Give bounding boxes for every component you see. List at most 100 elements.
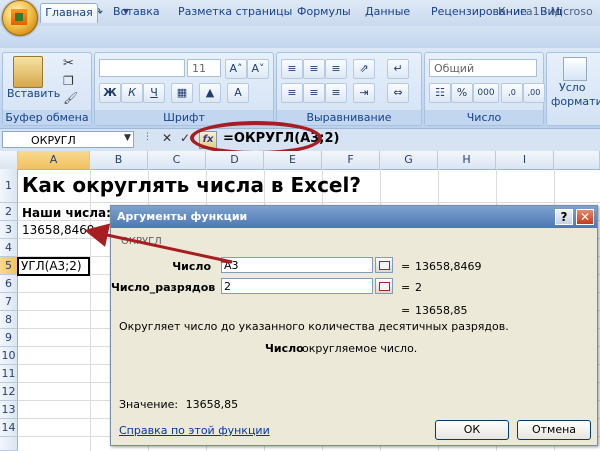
increase-decimal-icon[interactable]: ,0 bbox=[501, 83, 523, 103]
row-header[interactable]: 12 bbox=[0, 383, 18, 401]
arg-result-digits: 2 bbox=[415, 281, 422, 294]
ok-button[interactable]: ОК bbox=[435, 420, 509, 440]
row-header[interactable]: 8 bbox=[0, 311, 18, 329]
collapse-dialog-icon[interactable] bbox=[375, 257, 393, 273]
conditional-format-label[interactable]: Усло bbox=[559, 81, 586, 94]
format-painter-icon[interactable]: 🖌 bbox=[63, 91, 78, 105]
collapse-dialog-icon[interactable] bbox=[375, 278, 393, 294]
row-header[interactable]: 7 bbox=[0, 293, 18, 311]
close-icon[interactable]: ✕ bbox=[576, 209, 594, 225]
function-arguments-dialog: Аргументы функции ? ✕ ОКРУГЛ Число A3 = … bbox=[110, 205, 598, 446]
column-header[interactable]: G bbox=[380, 151, 438, 169]
font-name-combo[interactable] bbox=[99, 59, 185, 77]
row-header[interactable]: 11 bbox=[0, 365, 18, 383]
formula-bar-grip-icon: ⋮ bbox=[143, 132, 152, 142]
office-button[interactable] bbox=[2, 0, 38, 36]
tab-data[interactable]: Данные bbox=[365, 3, 410, 22]
align-left-icon[interactable]: ≡ bbox=[281, 83, 303, 103]
conditional-format-icon[interactable] bbox=[563, 57, 587, 81]
align-bottom-icon[interactable]: ≡ bbox=[325, 59, 347, 79]
cancel-button[interactable]: Отмена bbox=[517, 420, 591, 440]
row-header[interactable]: 4 bbox=[0, 239, 18, 257]
column-header[interactable]: C bbox=[148, 151, 206, 169]
fill-color-icon[interactable]: ▲ bbox=[199, 83, 221, 103]
row-header[interactable]: 3 bbox=[0, 221, 18, 239]
paste-button[interactable]: Вставить bbox=[7, 87, 60, 100]
indent-icon[interactable]: ⇥ bbox=[353, 83, 375, 103]
clipboard-group-label: Буфер обмена bbox=[3, 110, 91, 125]
result-value-label: Значение: bbox=[119, 398, 179, 411]
align-right-icon[interactable]: ≡ bbox=[325, 83, 347, 103]
arg-result-equals: = bbox=[401, 281, 411, 294]
tab-insert[interactable]: Вставка bbox=[113, 3, 160, 22]
help-icon[interactable]: ? bbox=[555, 209, 573, 225]
borders-icon[interactable]: ▦ bbox=[171, 83, 193, 103]
cell-a1[interactable]: Как округлять числа в Excel? bbox=[22, 173, 361, 197]
tab-home[interactable]: Главная bbox=[40, 3, 98, 23]
underline-button[interactable]: Ч bbox=[143, 83, 165, 103]
select-all-corner[interactable] bbox=[0, 151, 18, 169]
paste-icon[interactable] bbox=[13, 56, 43, 88]
tab-view[interactable]: Вид bbox=[540, 3, 562, 22]
number-format-combo[interactable]: Общий bbox=[429, 59, 537, 77]
arg-label-number: Число bbox=[172, 260, 211, 273]
column-header[interactable]: B bbox=[90, 151, 148, 169]
tab-review[interactable]: Рецензирование bbox=[431, 3, 527, 22]
bold-button[interactable]: Ж bbox=[99, 83, 121, 103]
tab-page-layout[interactable]: Разметка страницы bbox=[178, 3, 292, 22]
orientation-icon[interactable]: ⇗ bbox=[353, 59, 375, 79]
column-header[interactable] bbox=[554, 151, 600, 169]
result-value: 13658,85 bbox=[185, 398, 239, 411]
function-help-link[interactable]: Справка по этой функции bbox=[119, 424, 270, 437]
column-header[interactable]: E bbox=[264, 151, 322, 169]
align-center-icon[interactable]: ≡ bbox=[303, 83, 325, 103]
dialog-title: Аргументы функции bbox=[117, 210, 248, 223]
row-header[interactable]: 9 bbox=[0, 329, 18, 347]
thousands-button[interactable]: 000 bbox=[473, 83, 499, 103]
row-header[interactable]: 14 bbox=[0, 419, 18, 437]
column-header[interactable]: A bbox=[18, 151, 90, 169]
row-header[interactable]: 6 bbox=[0, 275, 18, 293]
shrink-font-icon[interactable]: A˅ bbox=[247, 59, 269, 79]
row-header[interactable]: 1 bbox=[0, 169, 18, 203]
enter-icon[interactable]: ✓ bbox=[180, 131, 190, 145]
percent-button[interactable]: % bbox=[451, 83, 473, 103]
align-top-icon[interactable]: ≡ bbox=[281, 59, 303, 79]
row-header[interactable] bbox=[0, 437, 18, 451]
name-box-dropdown-icon[interactable]: ▼ bbox=[124, 133, 131, 143]
number-group: Общий ☷ % 000 ,0 ,00 Число bbox=[424, 52, 545, 126]
cell-a2[interactable]: Наши числа: bbox=[22, 206, 111, 220]
cancel-entry-icon[interactable]: ✕ bbox=[162, 131, 172, 145]
row-header[interactable]: 2 bbox=[0, 203, 18, 221]
copy-icon[interactable]: ❐ bbox=[63, 74, 74, 88]
tab-formulas[interactable]: Формулы bbox=[297, 3, 351, 22]
column-header[interactable]: F bbox=[322, 151, 380, 169]
number-group-label: Число bbox=[425, 110, 543, 125]
font-color-icon[interactable]: A bbox=[227, 83, 249, 103]
column-header[interactable]: H bbox=[438, 151, 496, 169]
merge-icon[interactable]: ⇔ bbox=[387, 83, 409, 103]
ribbon-tabs bbox=[0, 26, 600, 49]
cut-icon[interactable]: ✂ bbox=[63, 56, 74, 71]
italic-button[interactable]: К bbox=[121, 83, 143, 103]
cell-a3[interactable]: 13658,8469 bbox=[22, 223, 95, 237]
grow-font-icon[interactable]: A˄ bbox=[225, 59, 247, 79]
name-box[interactable]: ОКРУГЛ bbox=[2, 131, 134, 148]
column-header[interactable]: I bbox=[496, 151, 554, 169]
row-header[interactable]: 13 bbox=[0, 401, 18, 419]
align-middle-icon[interactable]: ≡ bbox=[303, 59, 325, 79]
decrease-decimal-icon[interactable]: ,00 bbox=[523, 83, 545, 103]
row-header[interactable]: 10 bbox=[0, 347, 18, 365]
currency-icon[interactable]: ☷ bbox=[429, 83, 451, 103]
arg-input-number[interactable]: A3 bbox=[221, 257, 373, 273]
function-description: Округляет число до указанного количества… bbox=[119, 320, 509, 333]
wrap-text-icon[interactable]: ↵ bbox=[387, 59, 409, 79]
function-name: ОКРУГЛ bbox=[121, 236, 162, 247]
conditional-format-label-2[interactable]: формати bbox=[551, 95, 600, 108]
arg-input-digits[interactable]: 2 bbox=[221, 278, 373, 294]
column-header[interactable]: D bbox=[206, 151, 264, 169]
font-size-combo[interactable]: 11 bbox=[187, 59, 221, 77]
row-header[interactable]: 5 bbox=[0, 257, 18, 275]
cell-a5-active[interactable]: УГЛ(A3;2) bbox=[17, 257, 90, 276]
arg-label-digits: Число_разрядов bbox=[111, 281, 216, 294]
